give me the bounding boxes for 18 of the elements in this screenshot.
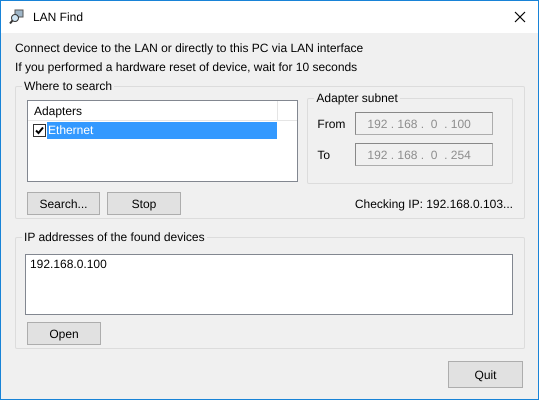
checkbox[interactable]	[33, 124, 46, 136]
magnifier-icon	[9, 9, 25, 25]
field-label: To	[317, 146, 332, 164]
quit-button[interactable]: Quit	[448, 361, 523, 388]
close-icon[interactable]	[514, 11, 526, 23]
open-button[interactable]: Open	[27, 322, 101, 345]
window-title: LAN Find	[33, 9, 84, 26]
device-address[interactable]: 192.168.0.100	[30, 257, 508, 272]
instruction-text: If you performed a hardware reset of device, wait for 10 seconds	[15, 59, 358, 76]
adapter-list[interactable]: Adapters Ethernet	[27, 100, 298, 182]
instruction-text: Connect device to the LAN or directly to this PC via LAN interface	[15, 40, 364, 57]
status-text: Checking IP: 192.168.0.103...	[354, 196, 513, 212]
search-button[interactable]: Search...	[27, 192, 100, 215]
stop-button[interactable]: Stop	[107, 192, 181, 215]
column-header[interactable]: Adapters	[28, 101, 278, 120]
device-list[interactable]: 192.168.0.100	[25, 254, 513, 315]
field-label: From	[317, 116, 346, 132]
group-title: Adapter subnet	[314, 90, 400, 106]
